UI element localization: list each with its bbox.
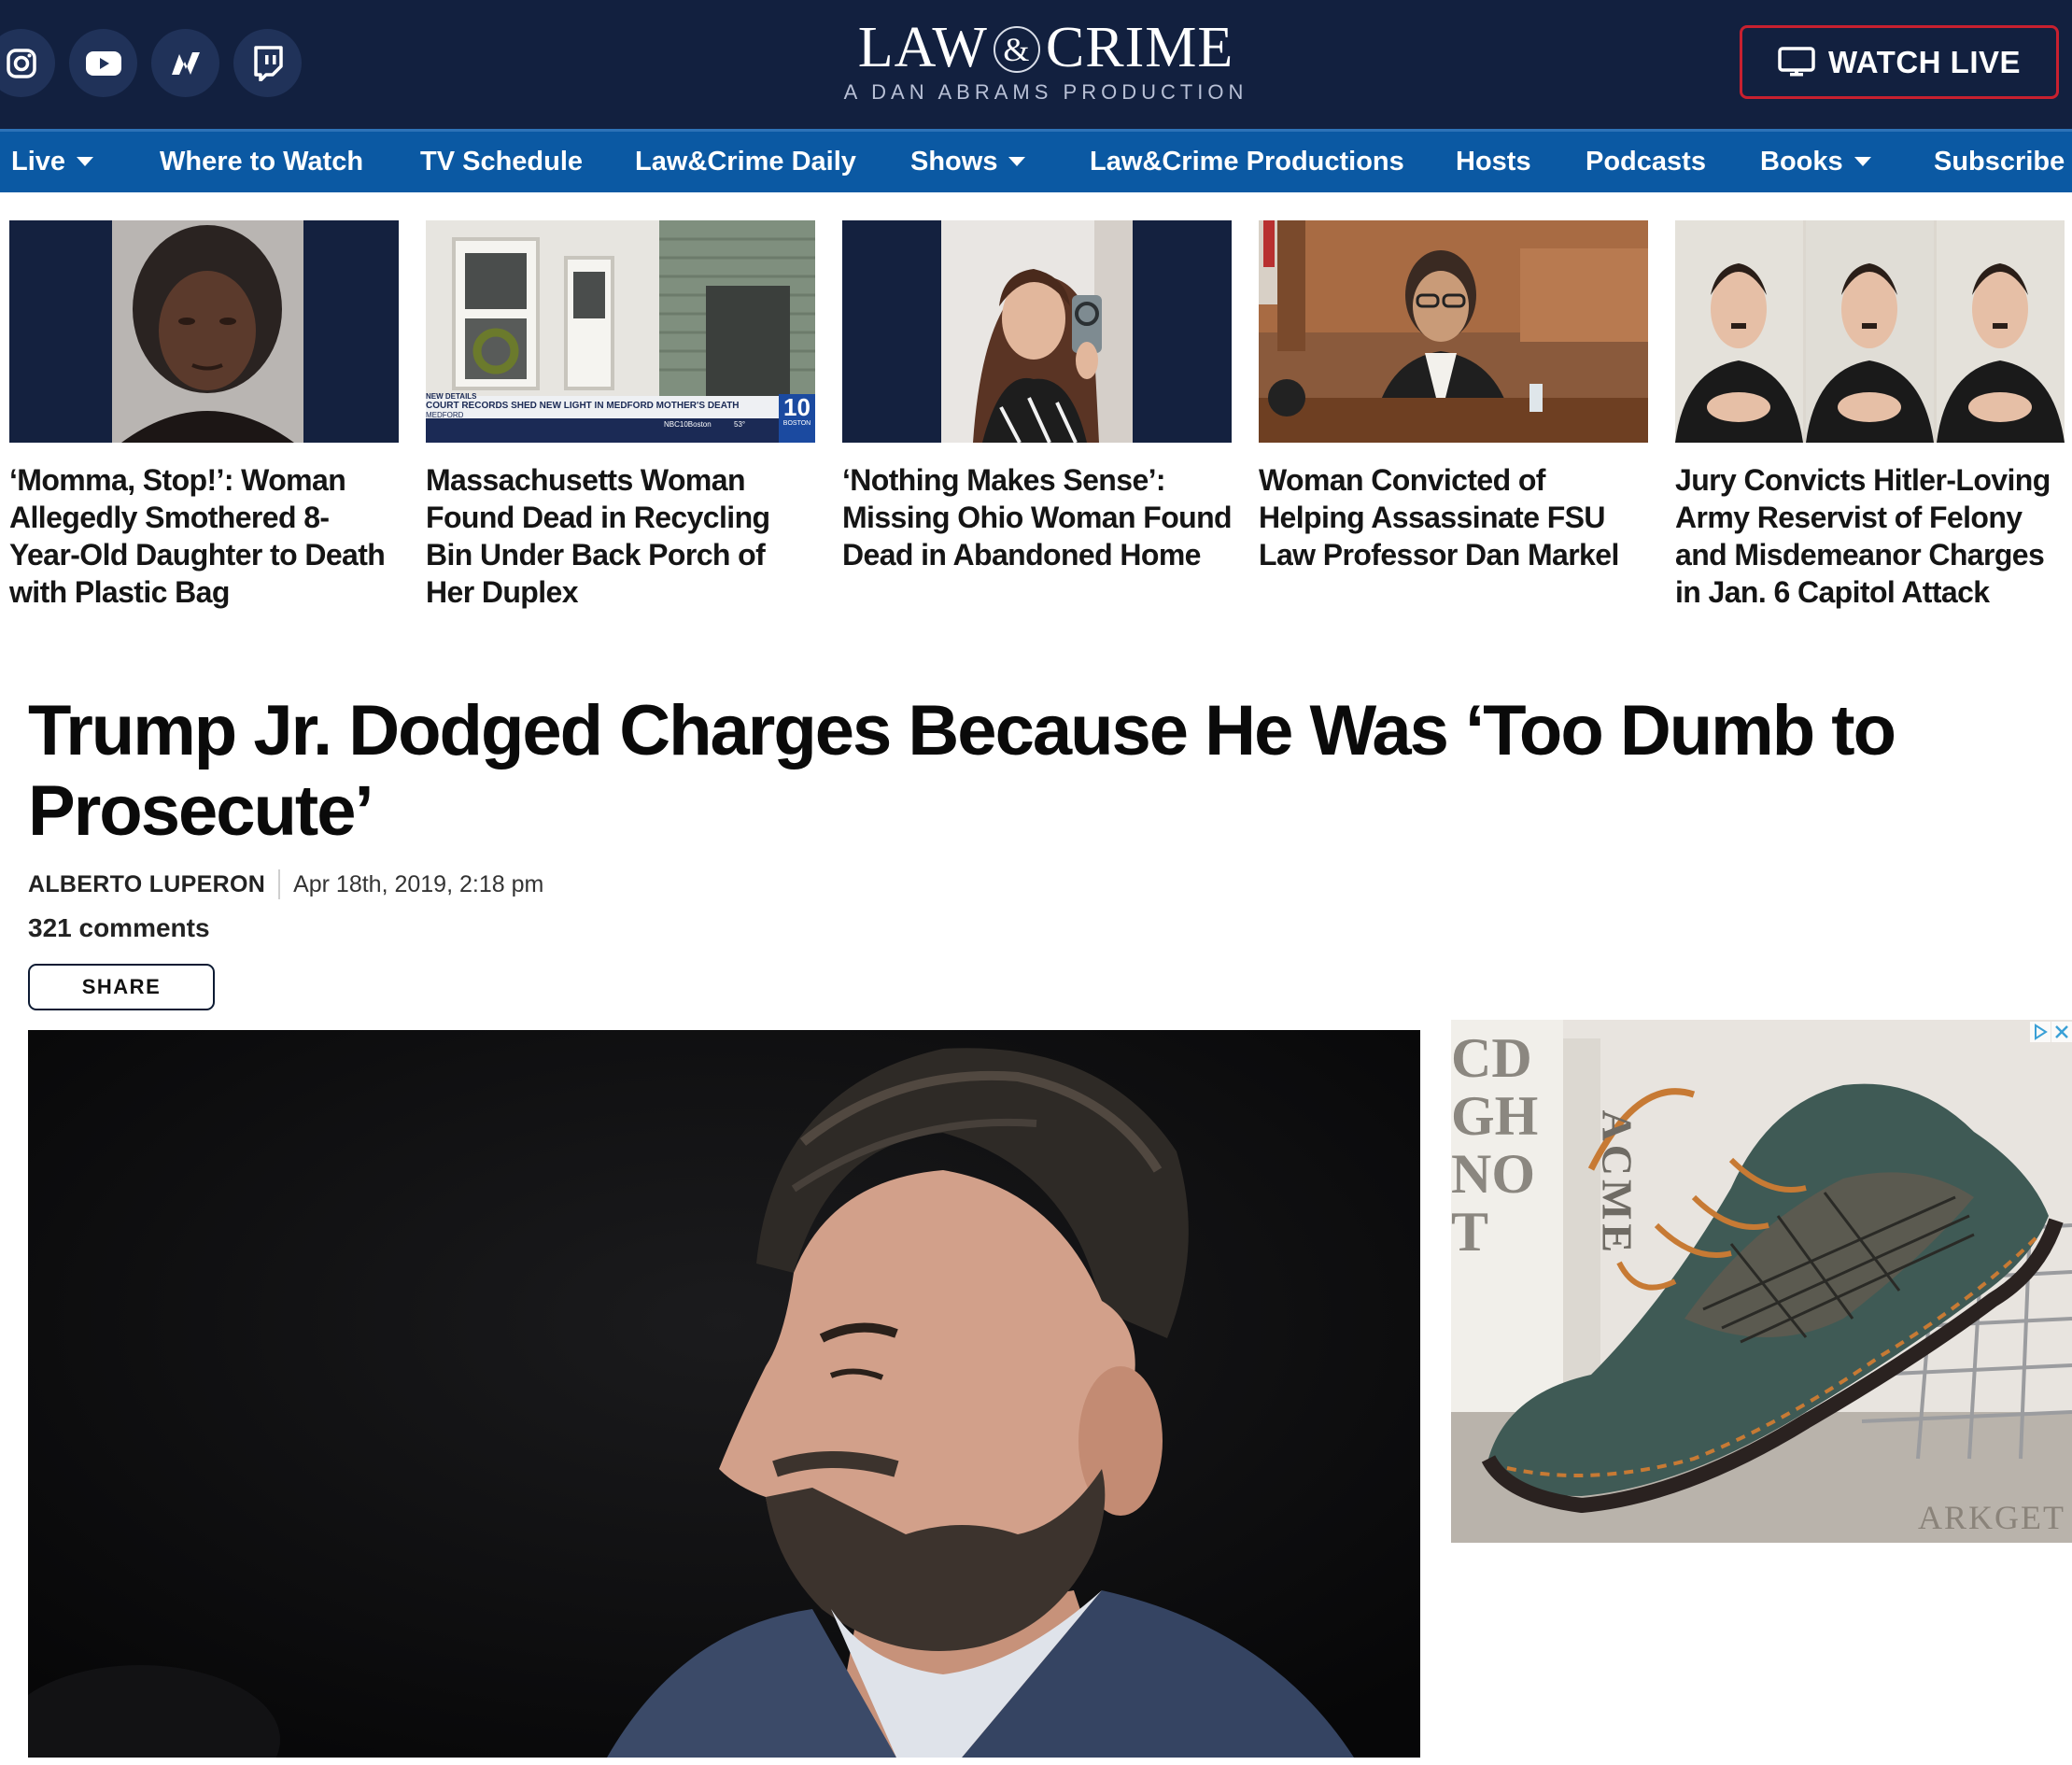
logo-wordmark: LAW & CRIME <box>857 16 1234 79</box>
card-thumbnail[interactable]: NEW DETAILS COURT RECORDS SHED NEW LIGHT… <box>426 220 815 443</box>
nav-item-subscribe[interactable]: Subscribe <box>1934 132 2065 192</box>
card-title[interactable]: Massachusetts Woman Found Dead in Recycl… <box>426 461 815 611</box>
card-title[interactable]: Jury Convicts Hitler-Loving Army Reservi… <box>1675 461 2065 611</box>
card-thumbnail[interactable] <box>842 220 1232 443</box>
comments-link[interactable]: 321 comments <box>28 913 210 943</box>
nav-item-shows[interactable]: Shows <box>910 132 1026 192</box>
watch-live-button[interactable]: WATCH LIVE <box>1740 25 2059 99</box>
trending-card[interactable]: ‘Nothing Makes Sense’: Missing Ohio Woma… <box>842 220 1233 573</box>
card-title[interactable]: Woman Convicted of Helping Assassinate F… <box>1259 461 1648 573</box>
card-title[interactable]: ‘Nothing Makes Sense’: Missing Ohio Woma… <box>842 461 1233 573</box>
byline: ALBERTO LUPERON Apr 18th, 2019, 2:18 pm <box>28 868 543 901</box>
instagram-icon[interactable] <box>0 29 55 97</box>
trending-card[interactable]: NEW DETAILS COURT RECORDS SHED NEW LIGHT… <box>426 220 815 611</box>
news-handle: NBC10Boston <box>664 420 712 429</box>
publish-date: Apr 18th, 2019, 2:18 pm <box>293 870 544 897</box>
nav-item-podcasts[interactable]: Podcasts <box>1586 132 1706 192</box>
article-hero-image <box>28 1030 1420 1758</box>
news-location: MEDFORD <box>426 411 464 419</box>
author-link[interactable]: ALBERTO LUPERON <box>28 871 265 898</box>
nav-item-where-to-watch[interactable]: Where to Watch <box>160 132 363 192</box>
trending-card[interactable]: ‘Momma, Stop!’: Woman Allegedly Smothere… <box>9 220 399 611</box>
chevron-down-icon <box>1008 157 1026 166</box>
byline-divider <box>278 869 281 899</box>
nav-item-lawcrime-daily[interactable]: Law&Crime Daily <box>635 132 856 192</box>
newsmax-icon[interactable] <box>151 29 219 97</box>
share-button[interactable]: SHARE <box>28 964 215 1010</box>
news-temp: 53° <box>734 420 746 429</box>
nav-item-tv-schedule[interactable]: TV Schedule <box>420 132 583 192</box>
nav-item-live[interactable]: Live <box>11 132 94 192</box>
watch-live-label: WATCH LIVE <box>1827 44 2022 79</box>
chevron-down-icon <box>1854 157 1871 166</box>
chevron-down-icon <box>77 157 94 166</box>
card-thumbnail[interactable] <box>9 220 399 443</box>
ad-book-spine-text: ACME <box>1593 1109 1642 1257</box>
trending-card[interactable]: Jury Convicts Hitler-Loving Army Reservi… <box>1675 220 2065 611</box>
twitch-icon[interactable] <box>233 29 302 97</box>
logo-tagline: A DAN ABRAMS PRODUCTION <box>843 80 1248 104</box>
nav-item-productions[interactable]: Law&Crime Productions <box>1090 132 1404 192</box>
monitor-icon <box>1778 46 1815 76</box>
news-lower-third-tag: NEW DETAILS <box>426 392 477 401</box>
site-logo[interactable]: LAW & CRIME A DAN ABRAMS PRODUCTION <box>803 17 1289 110</box>
news-lower-third: COURT RECORDS SHED NEW LIGHT IN MEDFORD … <box>426 401 740 411</box>
nav-item-books[interactable]: Books <box>1760 132 1871 192</box>
nbc-bug: 10 BOSTON <box>779 394 815 443</box>
advertisement[interactable]: CD GH NO T ACME ARKGET <box>1451 1020 2072 1543</box>
card-thumbnail[interactable] <box>1259 220 1648 443</box>
article-headline: Trump Jr. Dodged Charges Because He Was … <box>28 691 1896 851</box>
youtube-icon[interactable] <box>69 29 137 97</box>
main-nav: Live Where to Watch TV Schedule Law&Crim… <box>0 129 2072 192</box>
ad-watermark: ARKGET <box>1918 1499 2065 1536</box>
ad-book-cover-text: CD GH NO T <box>1451 1027 1539 1263</box>
card-title[interactable]: ‘Momma, Stop!’: Woman Allegedly Smothere… <box>9 461 399 611</box>
trending-card[interactable]: Woman Convicted of Helping Assassinate F… <box>1259 220 1648 573</box>
card-thumbnail[interactable] <box>1675 220 2065 443</box>
site-header: LAW & CRIME A DAN ABRAMS PRODUCTION WATCH … <box>0 0 2072 129</box>
nav-item-hosts[interactable]: Hosts <box>1456 132 1531 192</box>
